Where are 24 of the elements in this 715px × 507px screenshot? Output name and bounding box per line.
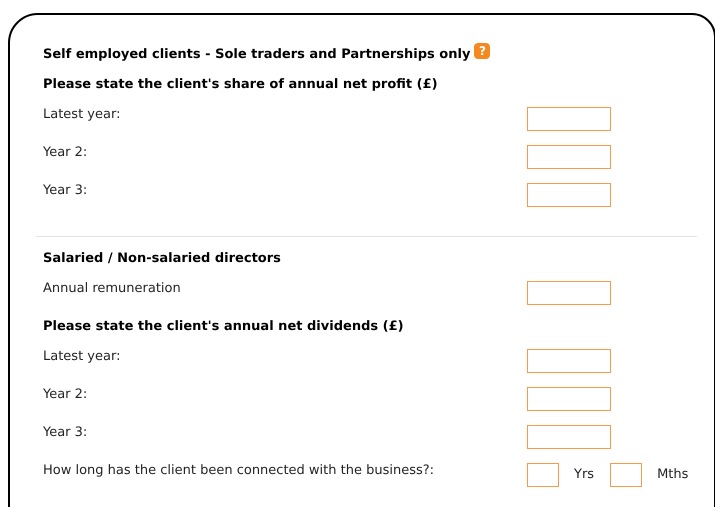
help-icon[interactable]: ? (474, 43, 490, 59)
input-field[interactable] (527, 425, 611, 449)
field-label: Year 3: (43, 182, 88, 200)
unit-label: Mths (657, 466, 688, 484)
field-label: Year 2: (43, 386, 88, 404)
field-label: Year 2: (43, 144, 88, 162)
field-label: Latest year: (43, 106, 122, 124)
input-field[interactable] (527, 145, 611, 169)
field-label: Annual remuneration (43, 280, 182, 298)
section-heading: Please state the client's share of annual net profit (£) (43, 76, 438, 94)
input-field[interactable] (527, 387, 611, 411)
field-label: Year 3: (43, 424, 88, 442)
unit-label: Yrs (574, 466, 594, 484)
input-field[interactable] (527, 281, 611, 305)
input-field[interactable] (527, 349, 611, 373)
input-field[interactable] (610, 463, 642, 487)
field-label: Latest year: (43, 348, 122, 366)
section-heading: Self employed clients - Sole traders and Partnerships only (43, 46, 470, 64)
input-field[interactable] (527, 107, 611, 131)
field-label: How long has the client been connected with the business?: (43, 462, 436, 480)
section-heading: Salaried / Non-salaried directors (43, 250, 281, 268)
input-field[interactable] (527, 463, 559, 487)
input-field[interactable] (527, 183, 611, 207)
section-heading: Please state the client's annual net dividends (£) (43, 318, 404, 336)
